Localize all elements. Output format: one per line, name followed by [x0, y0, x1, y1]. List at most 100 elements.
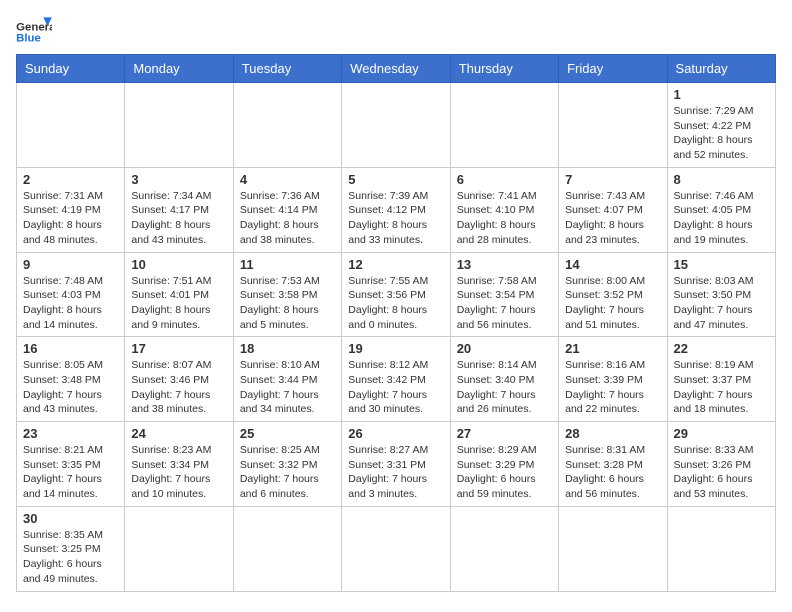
calendar-table: SundayMondayTuesdayWednesdayThursdayFrid… [16, 54, 776, 592]
day-number: 14 [565, 257, 660, 272]
day-number: 25 [240, 426, 335, 441]
calendar-cell: 21 Sunrise: 8:16 AM Sunset: 3:39 PM Dayli… [559, 337, 667, 422]
day-number: 10 [131, 257, 226, 272]
day-number: 29 [674, 426, 769, 441]
day-number: 21 [565, 341, 660, 356]
day-info: Sunrise: 8:31 AM Sunset: 3:28 PM Dayligh… [565, 443, 660, 502]
day-number: 5 [348, 172, 443, 187]
calendar-cell: 4Sunrise: 7:36 AM Sunset: 4:14 PM Daylig… [233, 167, 341, 252]
calendar-cell: 16 Sunrise: 8:05 AM Sunset: 3:48 PM Dayli… [17, 337, 125, 422]
day-info: Sunrise: 8:16 AM Sunset: 3:39 PM Dayligh… [565, 358, 660, 417]
day-number: 13 [457, 257, 552, 272]
calendar-cell: 20 Sunrise: 8:14 AM Sunset: 3:40 PM Dayli… [450, 337, 558, 422]
calendar-cell [125, 83, 233, 168]
day-number: 30 [23, 511, 118, 526]
day-info: Sunrise: 7:58 AM Sunset: 3:54 PM Dayligh… [457, 274, 552, 333]
day-number: 20 [457, 341, 552, 356]
day-number: 27 [457, 426, 552, 441]
calendar-cell: 26Sunrise: 8:27 AM Sunset: 3:31 PM Dayli… [342, 422, 450, 507]
calendar-cell: 1Sunrise: 7:29 AM Sunset: 4:22 PM Daylig… [667, 83, 775, 168]
calendar-week-1: 1Sunrise: 7:29 AM Sunset: 4:22 PM Daylig… [17, 83, 776, 168]
calendar-cell: 22 Sunrise: 8:19 AM Sunset: 3:37 PM Dayli… [667, 337, 775, 422]
day-info: Sunrise: 8:12 AM Sunset: 3:42 PM Dayligh… [348, 358, 443, 417]
day-number: 7 [565, 172, 660, 187]
calendar-cell [233, 83, 341, 168]
day-info: Sunrise: 8:07 AM Sunset: 3:46 PM Dayligh… [131, 358, 226, 417]
calendar-cell [125, 506, 233, 591]
calendar-cell: 5 Sunrise: 7:39 AM Sunset: 4:12 PM Daylig… [342, 167, 450, 252]
weekday-header-wednesday: Wednesday [342, 55, 450, 83]
calendar-cell: 7 Sunrise: 7:43 AM Sunset: 4:07 PM Daylig… [559, 167, 667, 252]
day-info: Sunrise: 8:03 AM Sunset: 3:50 PM Dayligh… [674, 274, 769, 333]
calendar-cell [559, 83, 667, 168]
calendar-cell: 11 Sunrise: 7:53 AM Sunset: 3:58 PM Dayli… [233, 252, 341, 337]
day-info: Sunrise: 7:39 AM Sunset: 4:12 PM Dayligh… [348, 189, 443, 248]
calendar-cell: 3Sunrise: 7:34 AM Sunset: 4:17 PM Daylig… [125, 167, 233, 252]
day-info: Sunrise: 7:53 AM Sunset: 3:58 PM Dayligh… [240, 274, 335, 333]
calendar-cell: 2 Sunrise: 7:31 AM Sunset: 4:19 PM Daylig… [17, 167, 125, 252]
day-number: 2 [23, 172, 118, 187]
day-number: 26 [348, 426, 443, 441]
calendar-cell [559, 506, 667, 591]
header: General Blue [16, 16, 776, 46]
calendar-cell: 6Sunrise: 7:41 AM Sunset: 4:10 PM Daylig… [450, 167, 558, 252]
calendar-cell [667, 506, 775, 591]
day-info: Sunrise: 8:25 AM Sunset: 3:32 PM Dayligh… [240, 443, 335, 502]
calendar-cell [17, 83, 125, 168]
day-info: Sunrise: 7:46 AM Sunset: 4:05 PM Dayligh… [674, 189, 769, 248]
day-number: 24 [131, 426, 226, 441]
calendar-cell: 14 Sunrise: 8:00 AM Sunset: 3:52 PM Dayli… [559, 252, 667, 337]
day-info: Sunrise: 7:51 AM Sunset: 4:01 PM Dayligh… [131, 274, 226, 333]
day-number: 17 [131, 341, 226, 356]
day-info: Sunrise: 7:48 AM Sunset: 4:03 PM Dayligh… [23, 274, 118, 333]
calendar-cell: 25 Sunrise: 8:25 AM Sunset: 3:32 PM Dayli… [233, 422, 341, 507]
day-info: Sunrise: 8:05 AM Sunset: 3:48 PM Dayligh… [23, 358, 118, 417]
calendar-cell [450, 83, 558, 168]
weekday-header-monday: Monday [125, 55, 233, 83]
day-info: Sunrise: 8:33 AM Sunset: 3:26 PM Dayligh… [674, 443, 769, 502]
day-info: Sunrise: 8:00 AM Sunset: 3:52 PM Dayligh… [565, 274, 660, 333]
day-info: Sunrise: 7:55 AM Sunset: 3:56 PM Dayligh… [348, 274, 443, 333]
calendar-cell: 29 Sunrise: 8:33 AM Sunset: 3:26 PM Dayli… [667, 422, 775, 507]
day-number: 9 [23, 257, 118, 272]
day-number: 1 [674, 87, 769, 102]
calendar-cell: 15 Sunrise: 8:03 AM Sunset: 3:50 PM Dayli… [667, 252, 775, 337]
calendar-cell: 23 Sunrise: 8:21 AM Sunset: 3:35 PM Dayli… [17, 422, 125, 507]
calendar-cell [342, 83, 450, 168]
day-number: 16 [23, 341, 118, 356]
calendar-cell: 27 Sunrise: 8:29 AM Sunset: 3:29 PM Dayli… [450, 422, 558, 507]
day-number: 28 [565, 426, 660, 441]
day-info: Sunrise: 8:14 AM Sunset: 3:40 PM Dayligh… [457, 358, 552, 417]
logo: General Blue [16, 16, 52, 46]
day-number: 12 [348, 257, 443, 272]
weekday-header-tuesday: Tuesday [233, 55, 341, 83]
day-info: Sunrise: 8:35 AM Sunset: 3:25 PM Dayligh… [23, 528, 118, 587]
day-number: 22 [674, 341, 769, 356]
calendar-cell: 9 Sunrise: 7:48 AM Sunset: 4:03 PM Daylig… [17, 252, 125, 337]
calendar-week-6: 30 Sunrise: 8:35 AM Sunset: 3:25 PM Dayli… [17, 506, 776, 591]
weekday-header-sunday: Sunday [17, 55, 125, 83]
calendar-cell: 8 Sunrise: 7:46 AM Sunset: 4:05 PM Daylig… [667, 167, 775, 252]
day-number: 11 [240, 257, 335, 272]
day-number: 3 [131, 172, 226, 187]
weekday-header-thursday: Thursday [450, 55, 558, 83]
generalblue-logo-icon: General Blue [16, 16, 52, 46]
day-info: Sunrise: 8:21 AM Sunset: 3:35 PM Dayligh… [23, 443, 118, 502]
day-info: Sunrise: 8:10 AM Sunset: 3:44 PM Dayligh… [240, 358, 335, 417]
day-number: 6 [457, 172, 552, 187]
day-info: Sunrise: 8:29 AM Sunset: 3:29 PM Dayligh… [457, 443, 552, 502]
calendar-cell [233, 506, 341, 591]
day-number: 15 [674, 257, 769, 272]
day-number: 8 [674, 172, 769, 187]
calendar-week-3: 9 Sunrise: 7:48 AM Sunset: 4:03 PM Daylig… [17, 252, 776, 337]
calendar-cell: 28 Sunrise: 8:31 AM Sunset: 3:28 PM Dayli… [559, 422, 667, 507]
calendar-cell: 30 Sunrise: 8:35 AM Sunset: 3:25 PM Dayli… [17, 506, 125, 591]
day-info: Sunrise: 8:19 AM Sunset: 3:37 PM Dayligh… [674, 358, 769, 417]
day-number: 19 [348, 341, 443, 356]
calendar-cell: 13 Sunrise: 7:58 AM Sunset: 3:54 PM Dayli… [450, 252, 558, 337]
day-info: Sunrise: 7:31 AM Sunset: 4:19 PM Dayligh… [23, 189, 118, 248]
day-number: 23 [23, 426, 118, 441]
weekday-header-friday: Friday [559, 55, 667, 83]
day-info: Sunrise: 7:43 AM Sunset: 4:07 PM Dayligh… [565, 189, 660, 248]
calendar-week-4: 16 Sunrise: 8:05 AM Sunset: 3:48 PM Dayli… [17, 337, 776, 422]
